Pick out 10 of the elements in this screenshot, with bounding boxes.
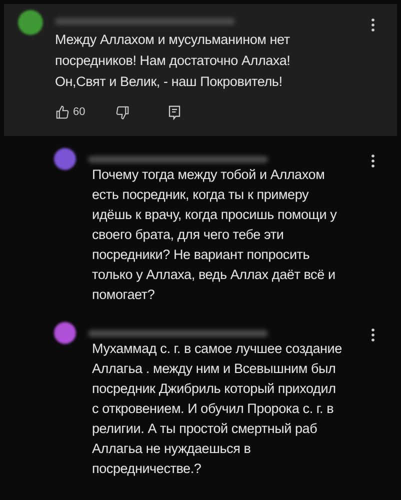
more-options-icon[interactable] [371, 328, 375, 342]
thumbs-down-icon[interactable] [115, 104, 130, 120]
like-count: 60 [73, 105, 86, 120]
reply-text: Почему тогда между тобой и Аллахом есть посредник, когда ты к примеру идёшь к врачу, когда просишь помощи у своего брата, для чего тебе эти посредники? Не вариант попросить только у Аллаха, ведь Аллах даёт всё и помогает? [92, 166, 338, 304]
thumbs-up-icon[interactable] [55, 104, 70, 120]
more-options-icon[interactable] [371, 18, 375, 32]
reply-icon[interactable] [168, 104, 182, 120]
reply-text: Мухаммад с. г. в самое лучшее создание Аллагьа . между ним и Всевышним был посредник Джибриль который приходил с откровением. И обучил Пророка с. г. в религии. А ты простой смертный раб Аллагьа не нуждаешься в посредничестве.? [92, 340, 343, 478]
more-options-icon[interactable] [371, 154, 375, 168]
comment-text: Между Аллахом и мусульманином нет посредников! Нам достаточно Аллаха! Он,Свят и Велик, - наш Покровитель! [55, 31, 292, 91]
